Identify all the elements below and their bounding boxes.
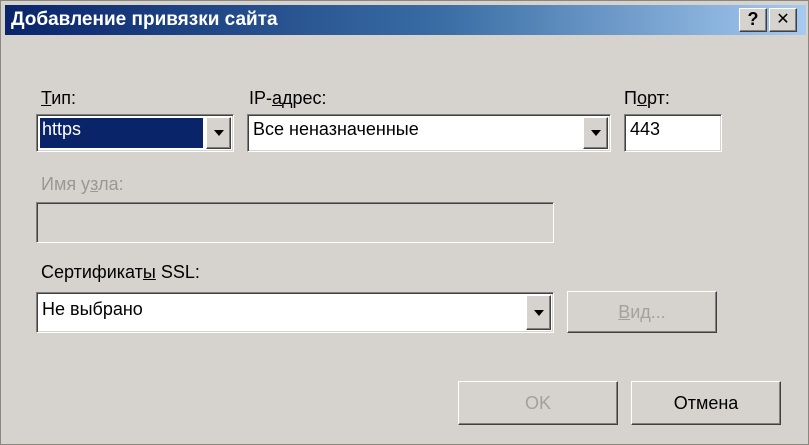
chevron-down-icon <box>213 130 224 136</box>
add-site-binding-dialog: Добавление привязки сайта ? ✕ Тип: https… <box>0 0 809 445</box>
ip-select-value: Все неназначенные <box>253 119 419 139</box>
chevron-down-icon <box>533 309 544 316</box>
chevron-down-icon <box>590 130 601 136</box>
type-select-highlight: https <box>40 118 203 148</box>
view-certificate-button[interactable]: Вид... <box>567 291 717 333</box>
type-select-value: https <box>42 119 82 139</box>
help-button[interactable]: ? <box>739 8 767 32</box>
close-button[interactable]: ✕ <box>769 8 797 32</box>
ip-dropdown-button[interactable] <box>583 117 608 149</box>
ip-label: IP-адрес: <box>249 88 327 108</box>
ip-select[interactable]: Все неназначенные <box>247 114 611 152</box>
ssl-select-value: Не выбрано <box>42 299 143 319</box>
port-input-value: 443 <box>630 119 661 139</box>
ssl-select[interactable]: Не выбрано <box>36 292 554 333</box>
port-label: Порт: <box>624 88 670 108</box>
ssl-label: Сертификаты SSL: <box>41 262 200 282</box>
cancel-button[interactable]: Отмена <box>631 381 781 425</box>
hostname-label: Имя узла: <box>41 174 124 194</box>
ssl-dropdown-button[interactable] <box>526 295 551 330</box>
view-button-label: Вид... <box>618 302 666 322</box>
type-label: Тип: <box>41 88 77 108</box>
ok-button-label: OK <box>524 393 551 413</box>
dialog-title: Добавление привязки сайта <box>11 9 278 30</box>
type-dropdown-button[interactable] <box>206 117 231 149</box>
cancel-button-label: Отмена <box>673 393 739 413</box>
hostname-input[interactable] <box>36 202 554 243</box>
type-select[interactable]: https <box>36 114 234 152</box>
title-bar[interactable]: Добавление привязки сайта ? ✕ <box>5 5 806 35</box>
ok-button[interactable]: OK <box>458 381 618 425</box>
port-input[interactable]: 443 <box>624 114 722 152</box>
